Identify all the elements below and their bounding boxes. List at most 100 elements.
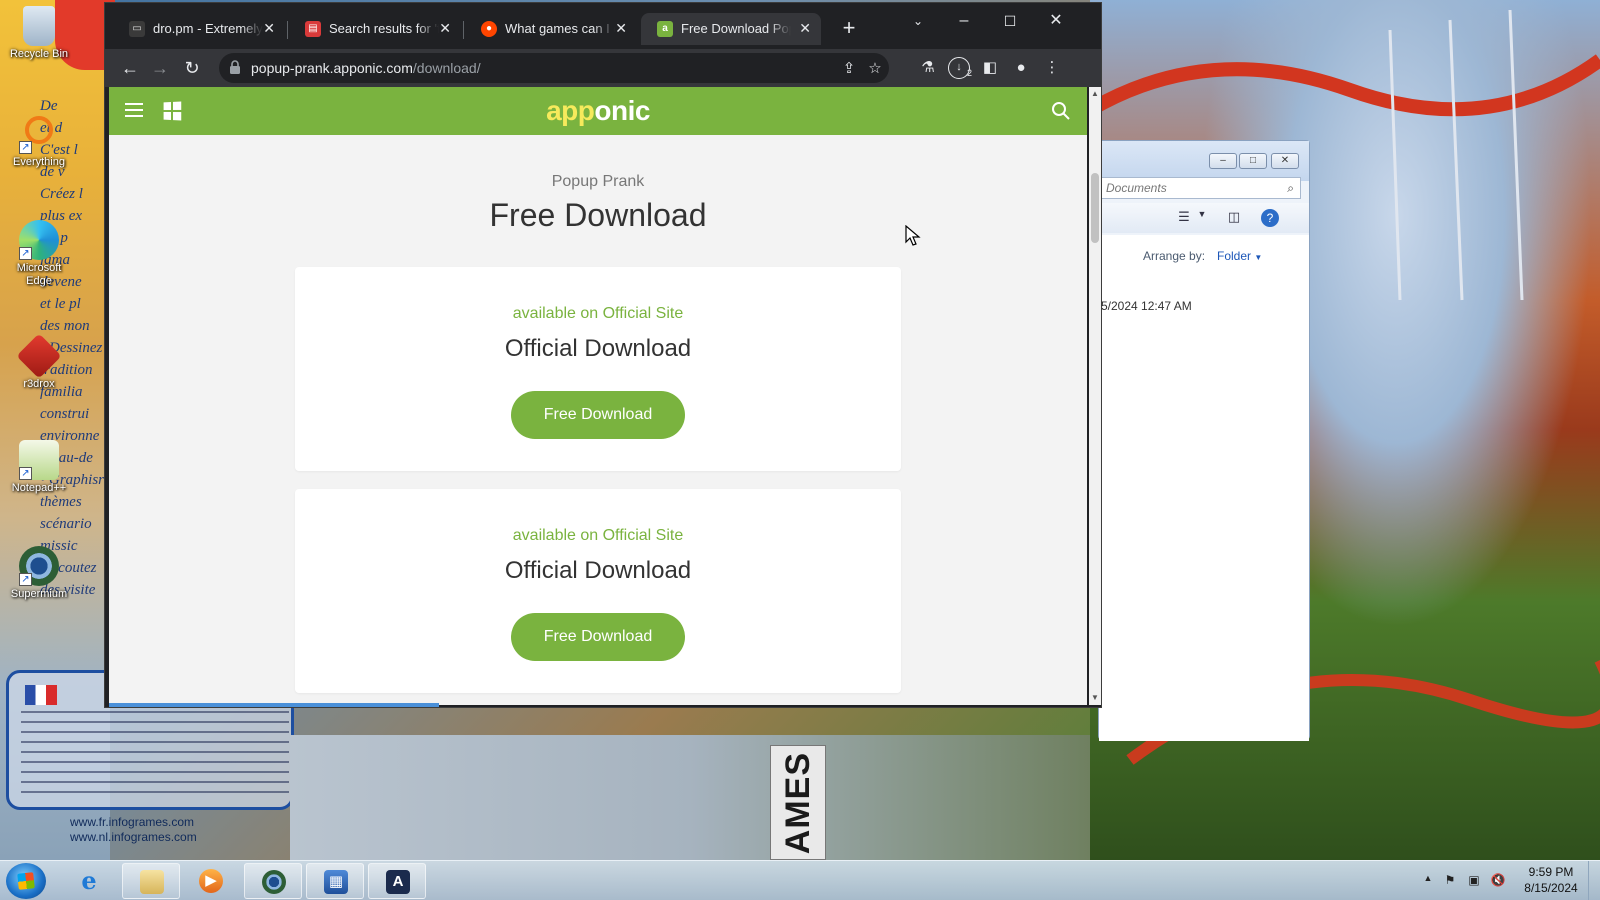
bookmark-star-icon[interactable]: ☆ xyxy=(865,59,885,79)
preview-pane-icon[interactable]: ◫ xyxy=(1225,209,1243,227)
internet-explorer-icon: e xyxy=(81,866,97,895)
action-center-flag-icon[interactable]: ⚑ xyxy=(1442,873,1458,889)
shortcut-arrow-icon: ↗ xyxy=(19,247,32,260)
desktop-icon-everything[interactable]: ↗ Everything xyxy=(4,114,74,169)
apponic-logo[interactable]: apponic xyxy=(109,95,1087,127)
search-icon: ⌕ xyxy=(1287,181,1294,195)
download-card: available on Official Site Official Down… xyxy=(295,489,901,693)
app-a-icon: A xyxy=(386,870,410,894)
explorer-minimize-button[interactable]: – xyxy=(1209,153,1237,169)
desktop-icon-notepadpp[interactable]: ↗ Notepad++ xyxy=(4,440,74,495)
desktop-icon-r3drox[interactable]: r3drox xyxy=(4,333,74,391)
file-row-date: 5/2024 12:47 AM xyxy=(1101,299,1192,313)
free-download-button[interactable]: Free Download xyxy=(511,391,685,439)
profile-icon[interactable]: ● xyxy=(1010,57,1032,79)
taskbar-file-explorer[interactable] xyxy=(122,863,180,899)
card-title: Official Download xyxy=(504,557,692,584)
r3drox-icon xyxy=(16,333,62,379)
everything-search-icon: ↗ xyxy=(19,114,59,154)
search-icon[interactable] xyxy=(1051,101,1071,121)
close-icon[interactable]: ✕ xyxy=(263,20,275,37)
download-card: available on Official Site Official Down… xyxy=(295,267,901,471)
new-tab-button[interactable]: + xyxy=(835,15,863,43)
france-flag-icon xyxy=(25,685,57,705)
apponic-favicon: a xyxy=(657,21,673,37)
close-icon[interactable]: ✕ xyxy=(439,20,451,37)
download-icon[interactable]: ↓ 2 xyxy=(948,57,972,79)
start-button[interactable] xyxy=(6,863,46,899)
scrollbar-thumb[interactable] xyxy=(1091,173,1099,243)
arrange-by-dropdown[interactable]: Folder ▼ xyxy=(1217,249,1262,263)
volume-muted-icon[interactable]: 🔇 xyxy=(1490,873,1506,889)
page-subtitle: Popup Prank xyxy=(551,173,645,190)
chevron-down-icon: ▼ xyxy=(1254,253,1263,262)
scroll-down-arrow-icon[interactable]: ▼ xyxy=(1089,691,1101,705)
tab-reddit[interactable]: ● What games can I do ✕ xyxy=(465,13,637,45)
explorer-maximize-button[interactable]: □ xyxy=(1239,153,1267,169)
share-icon[interactable]: ⇪ xyxy=(839,59,859,79)
availability-text: available on Official Site xyxy=(512,305,684,322)
reddit-favicon: ● xyxy=(481,21,497,37)
view-options-icon[interactable]: ☰ xyxy=(1175,209,1193,227)
forward-button[interactable]: → xyxy=(147,55,173,81)
app-blue-icon: ▦ xyxy=(324,870,348,894)
page-viewport: apponic Popup Prank Free Download availa… xyxy=(109,87,1087,705)
notepadpp-icon: ↗ xyxy=(19,440,59,480)
maximize-button[interactable]: ☐ xyxy=(987,7,1033,37)
media-player-icon: ▶ xyxy=(199,869,223,893)
wallpaper-fine-print xyxy=(21,711,289,801)
arrange-by-label: Arrange by: xyxy=(1143,249,1206,263)
labs-flask-icon[interactable]: ⚗ xyxy=(917,57,939,79)
wallpaper-games-box: AMES xyxy=(770,745,826,860)
minimize-button[interactable]: – xyxy=(941,7,987,37)
file-explorer-icon xyxy=(140,870,164,894)
shortcut-arrow-icon: ↗ xyxy=(19,573,32,586)
close-button[interactable]: ✕ xyxy=(1033,7,1079,37)
wallpaper-urls: www.fr.infogrames.com www.nl.infogrames.… xyxy=(70,815,197,844)
vertical-scrollbar[interactable]: ▲ ▼ xyxy=(1089,87,1101,705)
search-favicon: ▤ xyxy=(305,21,321,37)
tab-apponic[interactable]: a Free Download Popup ✕ xyxy=(641,13,821,45)
desktop-icon-recycle-bin[interactable]: Recycle Bin xyxy=(4,6,74,61)
taskbar-app-a[interactable]: A xyxy=(368,863,426,899)
explorer-window: – □ ✕ Documents ⌕ ☰ ▼ ◫ ? Arrange by: Fo… xyxy=(1098,140,1310,741)
tab-dro-pm[interactable]: ▭ dro.pm - Extremely S ✕ xyxy=(113,13,285,45)
menu-kebab-icon[interactable]: ⋮ xyxy=(1041,57,1063,79)
browser-toolbar: ← → ↻ popup-prank.apponic.com/download/ … xyxy=(105,49,1101,87)
show-hidden-icons-arrow[interactable]: ▲ xyxy=(1420,873,1436,889)
tab-search-results[interactable]: ▤ Search results for 'fr ✕ xyxy=(289,13,461,45)
free-download-button[interactable]: Free Download xyxy=(511,613,685,661)
horizontal-scroll-indicator xyxy=(109,703,439,707)
back-button[interactable]: ← xyxy=(117,55,143,81)
tab-search-button[interactable]: ⌄ xyxy=(895,7,941,37)
supermium-icon: ↗ xyxy=(19,546,59,586)
network-icon[interactable]: ▣ xyxy=(1466,873,1482,889)
taskbar-app-blue[interactable]: ▦ xyxy=(306,863,364,899)
show-desktop-button[interactable] xyxy=(1588,861,1600,900)
scroll-up-arrow-icon[interactable]: ▲ xyxy=(1089,87,1101,101)
taskbar-internet-explorer[interactable]: e xyxy=(60,863,118,899)
system-clock[interactable]: 9:59 PM 8/15/2024 xyxy=(1516,864,1586,896)
explorer-close-button[interactable]: ✕ xyxy=(1271,153,1299,169)
side-panel-icon[interactable]: ◧ xyxy=(979,57,1001,79)
taskbar-media-player[interactable]: ▶ xyxy=(182,863,240,899)
close-icon[interactable]: ✕ xyxy=(615,20,627,37)
shortcut-arrow-icon: ↗ xyxy=(19,141,32,154)
card-title: Official Download xyxy=(504,335,692,362)
explorer-content: Arrange by: Folder ▼ 5/2024 12:47 AM xyxy=(1099,235,1309,741)
close-icon[interactable]: ✕ xyxy=(799,20,811,37)
supermium-icon xyxy=(262,870,286,894)
mouse-cursor-icon xyxy=(905,225,921,246)
recycle-bin-icon xyxy=(23,6,55,46)
desktop-icon-edge[interactable]: ↗ Microsoft Edge xyxy=(4,220,74,288)
taskbar-supermium[interactable] xyxy=(244,863,302,899)
help-icon[interactable]: ? xyxy=(1261,209,1279,227)
reload-button[interactable]: ↻ xyxy=(179,55,205,81)
explorer-search-input[interactable]: Documents ⌕ xyxy=(1101,177,1301,199)
dro-pm-favicon: ▭ xyxy=(129,21,145,37)
address-bar[interactable]: popup-prank.apponic.com/download/ ⇪ ☆ xyxy=(219,53,889,83)
chevron-down-icon[interactable]: ▼ xyxy=(1193,209,1211,227)
shortcut-arrow-icon: ↗ xyxy=(19,467,32,480)
taskbar: e ▶ ▦ A ▲ ⚑ ▣ 🔇 9:59 PM 8/15/2024 xyxy=(0,860,1600,900)
desktop-icon-supermium[interactable]: ↗ Supermium xyxy=(4,546,74,601)
